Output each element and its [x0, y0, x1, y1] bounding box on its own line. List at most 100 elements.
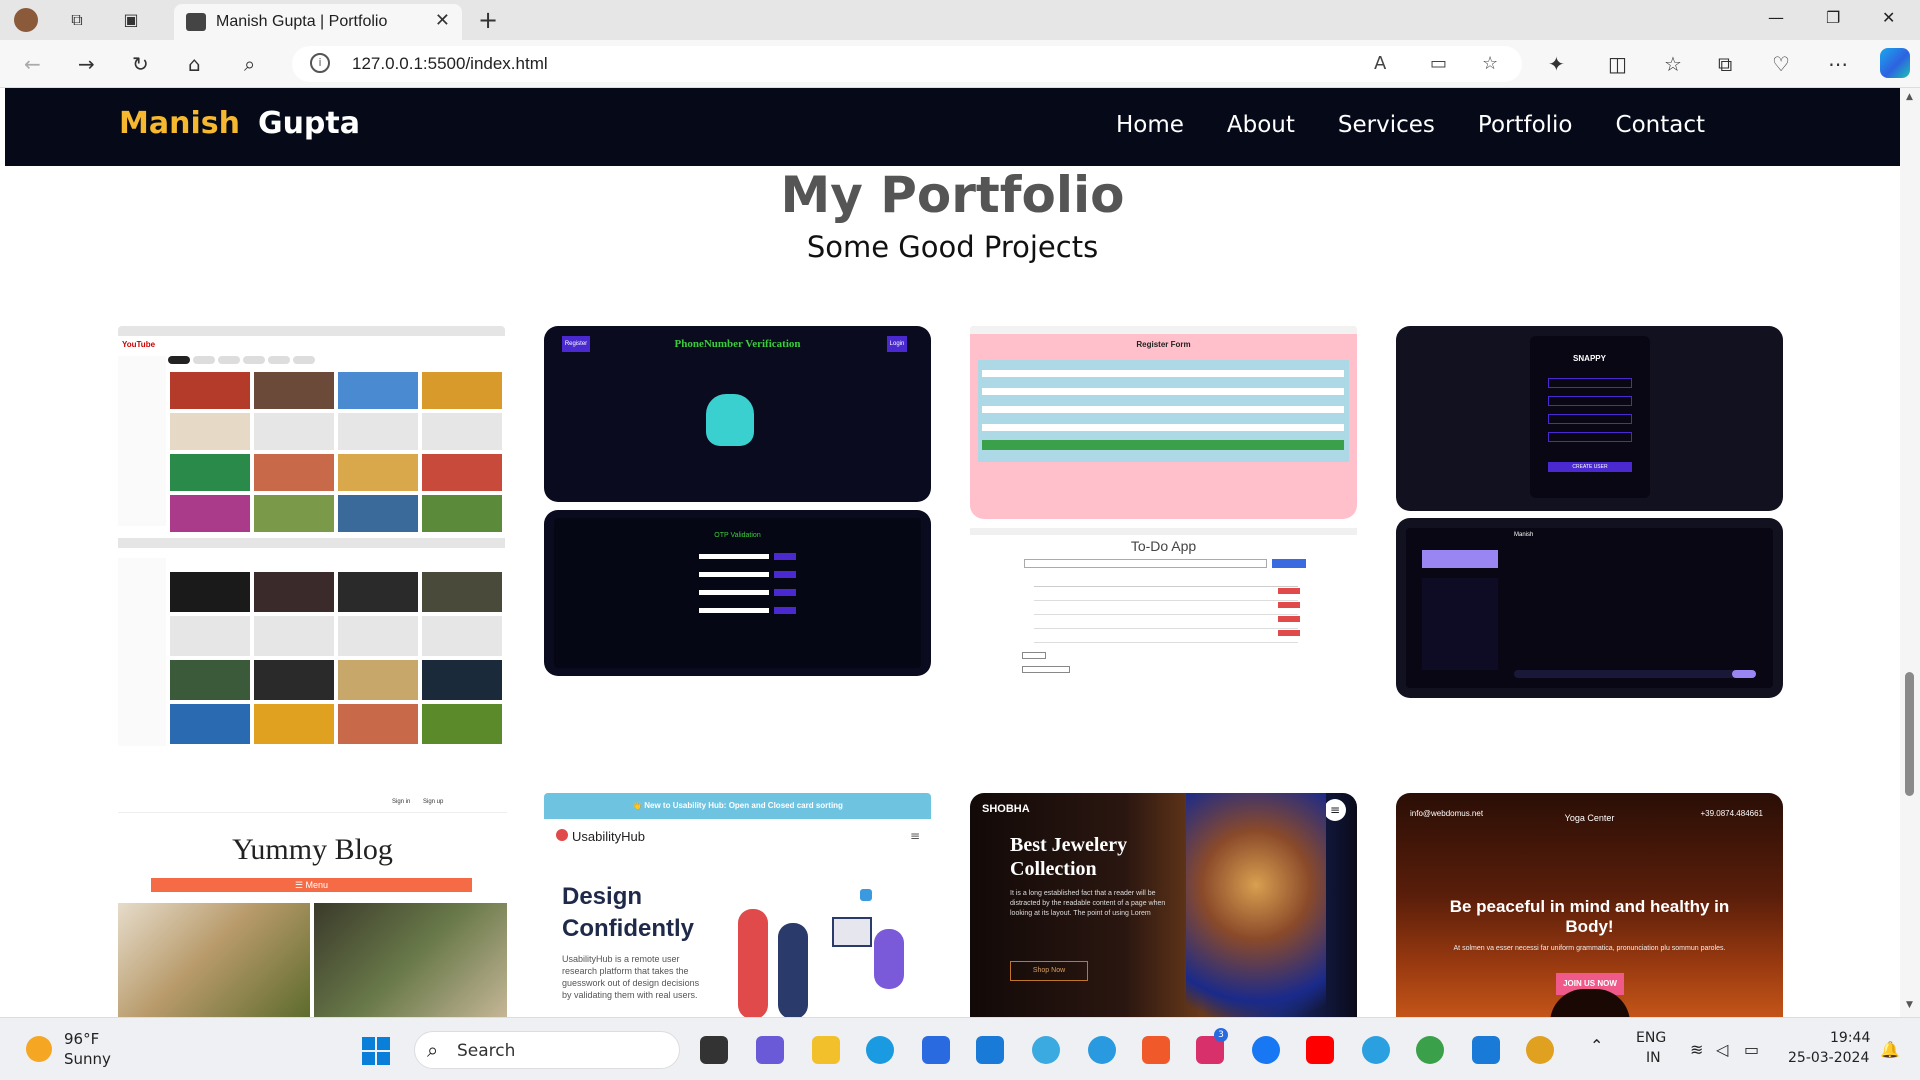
project-phone-verification[interactable]: Register PhoneNumber Verification Login	[544, 326, 931, 502]
usability-heading-1: Design	[562, 883, 643, 910]
project-snappy-register[interactable]: SNAPPY CREATE USER	[1396, 326, 1783, 511]
blog-signin: Sign in	[392, 799, 411, 805]
blog-title: Yummy Blog	[232, 833, 393, 866]
immersive-reader-icon[interactable]: ▭	[1430, 53, 1447, 74]
new-tab-button[interactable]: +	[478, 6, 498, 34]
language-code[interactable]: ENG	[1636, 1030, 1666, 1046]
yoga-brand: Yoga Center	[1564, 813, 1615, 823]
myhp-icon[interactable]	[976, 1036, 1004, 1064]
url-text[interactable]: 127.0.0.1:5500/index.html	[352, 54, 548, 74]
copilot-icon[interactable]	[1880, 48, 1910, 78]
show-hidden-icons-icon[interactable]: ⌃	[1590, 1036, 1603, 1055]
nav-links: Home About Services Portfolio Contact	[1116, 112, 1705, 138]
weather-app-icon[interactable]	[1032, 1036, 1060, 1064]
site-logo[interactable]: Manish Gupta	[119, 106, 360, 141]
favorites-icon[interactable]: ☆	[1664, 52, 1682, 76]
project-yummy-blog[interactable]: Sign in Sign up Yummy Blog ☰ Menu	[118, 793, 507, 1017]
project-shobha-jewelery[interactable]: SHOBHA ≡ Best Jewelery Collection It is …	[970, 793, 1357, 1017]
active-tab[interactable]: Manish Gupta | Portfolio ✕	[174, 4, 462, 40]
tab-actions-icon[interactable]: ▣	[118, 8, 144, 32]
notification-badge: 3	[1214, 1028, 1228, 1042]
brave-icon[interactable]	[1142, 1036, 1170, 1064]
nav-link-services[interactable]: Services	[1338, 112, 1435, 138]
hamburger-icon: ≡	[910, 829, 921, 843]
jewel-body: It is a long established fact that a rea…	[1010, 890, 1166, 917]
project-register-form[interactable]: Register Form	[970, 326, 1357, 519]
jewel-brand: SHOBHA	[982, 803, 1030, 815]
portfolio-subtitle: Some Good Projects	[806, 230, 1099, 264]
collections-icon[interactable]: ⧉	[1718, 52, 1732, 76]
vscode-icon[interactable]	[1472, 1036, 1500, 1064]
robot-icon	[706, 394, 754, 446]
page-scrollbar[interactable]: ▲ ▼	[1900, 88, 1920, 1017]
usability-body: UsabilityHub is a remote user research p…	[562, 954, 700, 1000]
address-toolbar: ← → ↻ ⌂ ⌕ i 127.0.0.1:5500/index.html A …	[0, 40, 1920, 88]
edge-icon[interactable]	[866, 1036, 894, 1064]
extensions-icon[interactable]: ✦	[1548, 52, 1565, 76]
project-yoga-center[interactable]: info@webdomus.net +39.0874.484661 Yoga C…	[1396, 793, 1783, 1017]
blog-menu-button: ☰ Menu	[151, 878, 472, 892]
maximize-button[interactable]: ❐	[1826, 8, 1840, 27]
search-icon[interactable]: ⌕	[244, 52, 255, 76]
task-view-icon[interactable]	[700, 1036, 728, 1064]
phone-verification-title: PhoneNumber Verification	[674, 338, 801, 350]
project-youtube-clone[interactable]: YouTube	[118, 326, 505, 747]
jewel-model-image	[1186, 793, 1326, 1017]
facebook-icon[interactable]	[1252, 1036, 1280, 1064]
nav-link-home[interactable]: Home	[1116, 112, 1184, 138]
profile-avatar-icon[interactable]	[14, 8, 38, 32]
project-snappy-chat[interactable]: Manish	[1396, 518, 1783, 698]
start-button[interactable]	[362, 1037, 390, 1065]
sun-icon[interactable]	[26, 1036, 52, 1062]
url-bar[interactable]: i 127.0.0.1:5500/index.html A ▭ ☆	[292, 46, 1522, 82]
home-button[interactable]: ⌂	[188, 52, 201, 76]
nav-link-portfolio[interactable]: Portfolio	[1478, 112, 1573, 138]
battery-icon[interactable]: ▭	[1744, 1040, 1759, 1059]
yoga-heading: Be peaceful in mind and healthy in Body!	[1449, 897, 1730, 936]
wifi-icon[interactable]: ≋	[1690, 1040, 1703, 1059]
split-screen-icon[interactable]: ◫	[1608, 52, 1627, 76]
forward-button[interactable]: →	[78, 52, 95, 76]
volume-icon[interactable]: ◁	[1716, 1040, 1728, 1059]
browser-essentials-icon[interactable]: ♡	[1772, 52, 1790, 76]
favorite-star-icon[interactable]: ☆	[1482, 53, 1498, 74]
jewel-menu-icon: ≡	[1324, 799, 1346, 821]
store-icon[interactable]	[922, 1036, 950, 1064]
nav-link-contact[interactable]: Contact	[1616, 112, 1705, 138]
usability-banner: 👋 New to Usability Hub: Open and Closed …	[632, 801, 843, 810]
workspaces-icon[interactable]: ⧉	[64, 8, 90, 32]
project-todo-app[interactable]: To-Do App	[970, 528, 1357, 678]
usabilityhub-logo-icon	[556, 829, 568, 841]
close-window-button[interactable]: ✕	[1882, 8, 1895, 27]
project-otp-validation[interactable]: OTP Validation	[544, 510, 931, 676]
clock-date[interactable]: 25-03-2024	[1788, 1050, 1869, 1066]
minimize-button[interactable]: —	[1768, 8, 1784, 27]
snappy-create-user: CREATE USER	[1548, 462, 1632, 472]
jewel-shop-button: Shop Now	[1010, 961, 1088, 981]
back-button[interactable]: ←	[24, 52, 41, 76]
youtube-icon[interactable]	[1306, 1036, 1334, 1064]
weather-temp[interactable]: 96°F	[64, 1030, 99, 1048]
notification-bell-icon[interactable]: 🔔	[1880, 1040, 1900, 1059]
file-explorer-icon[interactable]	[812, 1036, 840, 1064]
region-code[interactable]: IN	[1646, 1050, 1661, 1066]
site-navbar: Manish Gupta Home About Services Portfoli…	[5, 88, 1900, 166]
todo-title: To-Do App	[1130, 538, 1197, 554]
chrome-profile-icon[interactable]	[1526, 1036, 1554, 1064]
more-menu-icon[interactable]: ⋯	[1828, 52, 1848, 76]
logo-last-name: Gupta	[257, 106, 360, 141]
chrome-icon[interactable]	[1416, 1036, 1444, 1064]
read-aloud-icon[interactable]: A	[1374, 53, 1386, 74]
close-tab-icon[interactable]: ✕	[435, 10, 450, 31]
taskbar-search[interactable]: ⌕ Search	[414, 1031, 680, 1069]
clock-time[interactable]: 19:44	[1830, 1030, 1870, 1046]
telegram-icon[interactable]	[1362, 1036, 1390, 1064]
site-info-icon[interactable]: i	[310, 53, 330, 73]
refresh-button[interactable]: ↻	[132, 52, 149, 76]
nav-link-about[interactable]: About	[1227, 112, 1295, 138]
weather-condition[interactable]: Sunny	[64, 1050, 111, 1068]
scrollbar-thumb[interactable]	[1905, 672, 1914, 796]
chat-icon[interactable]	[756, 1036, 784, 1064]
project-usabilityhub[interactable]: 👋 New to Usability Hub: Open and Closed …	[544, 793, 931, 1017]
alexa-icon[interactable]	[1088, 1036, 1116, 1064]
